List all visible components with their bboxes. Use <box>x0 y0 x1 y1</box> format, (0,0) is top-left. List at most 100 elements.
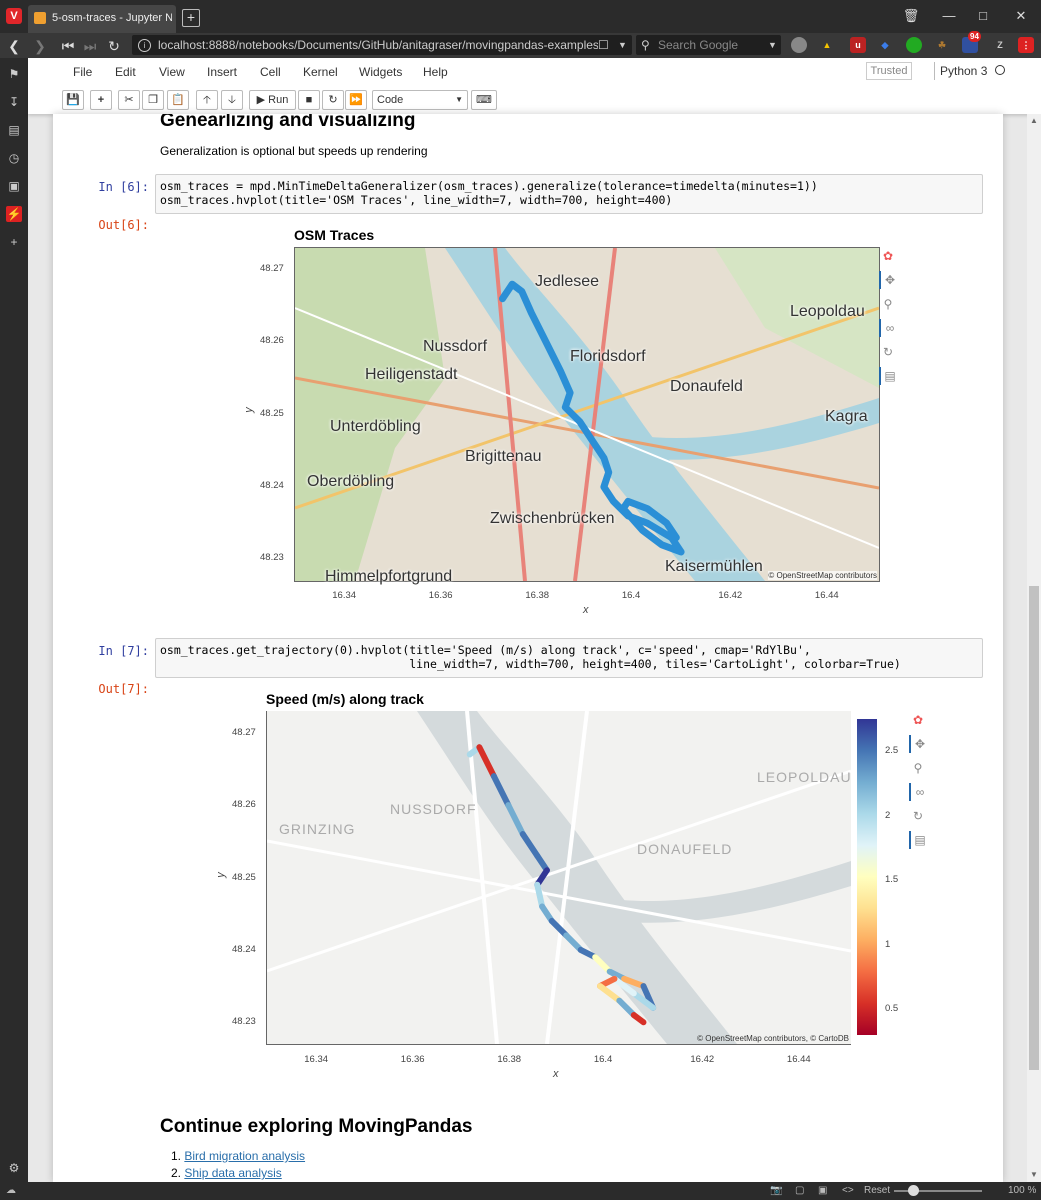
forward-icon[interactable]: ❯ <box>30 36 50 56</box>
hover-tool-icon[interactable]: ▤ <box>879 367 899 385</box>
leaf-extension-icon[interactable]: ☘ <box>934 37 950 53</box>
links-list: 1. Bird migration analysis 2. Ship data … <box>171 1148 305 1182</box>
browser-tab[interactable]: 5-osm-traces - Jupyter Not <box>28 5 176 33</box>
save-icon[interactable]: 💾 <box>62 90 84 110</box>
cut-icon[interactable]: ✂ <box>118 90 140 110</box>
minimize-button[interactable]: — <box>938 6 960 26</box>
scroll-down-icon[interactable]: ▼ <box>1030 1170 1038 1179</box>
zoom-reset-button[interactable]: Reset <box>864 1182 890 1200</box>
window-panel-icon[interactable]: ▣ <box>6 178 22 194</box>
new-tab-button[interactable]: + <box>182 9 200 27</box>
menu-edit[interactable]: Edit <box>115 65 136 79</box>
ship-data-link[interactable]: Ship data analysis <box>184 1166 281 1180</box>
code-line: line_width=7, width=700, height=400, til… <box>160 657 901 671</box>
camera-icon[interactable]: 📷 <box>770 1182 782 1200</box>
mail-extension-icon[interactable]: 94 <box>962 31 981 53</box>
red-extension-icon[interactable]: ⋮ <box>1018 37 1034 53</box>
menu-view[interactable]: View <box>159 65 185 79</box>
x-tick-label: 16.34 <box>304 1054 329 1065</box>
z-extension-icon[interactable]: Z <box>992 37 1008 53</box>
reload-icon[interactable]: ↻ <box>104 36 124 56</box>
bird-migration-link[interactable]: Bird migration analysis <box>184 1149 305 1163</box>
menu-file[interactable]: File <box>73 65 92 79</box>
y-tick-label: 48.23 <box>260 552 284 564</box>
hover-tool-icon[interactable]: ▤ <box>909 831 929 849</box>
jupyter-header: File Edit View Insert Cell Kernel Widget… <box>28 58 1041 114</box>
trusted-indicator[interactable]: Trusted <box>866 62 912 80</box>
y-axis-label: y <box>214 872 227 878</box>
notes-panel-icon[interactable]: ▤ <box>6 122 22 138</box>
green-extension-icon[interactable] <box>906 37 922 53</box>
maximize-button[interactable]: □ <box>972 6 994 26</box>
menu-widgets[interactable]: Widgets <box>359 65 402 79</box>
code-cell[interactable]: osm_traces = mpd.MinTimeDeltaGeneralizer… <box>155 174 983 214</box>
tile-icon[interactable]: ▢ <box>795 1182 804 1200</box>
plot-title: OSM Traces <box>294 227 375 243</box>
reset-icon[interactable]: ↻ <box>909 807 927 825</box>
search-field[interactable]: ⚲ Search Google ▼ <box>636 35 781 55</box>
reset-icon[interactable]: ↻ <box>879 343 897 361</box>
add-panel-icon[interactable]: + <box>6 234 22 250</box>
move-down-icon[interactable]: 🡣 <box>221 90 243 110</box>
pan-tool-icon[interactable]: ✥ <box>909 735 929 753</box>
shield-extension-icon[interactable]: ◆ <box>877 37 893 53</box>
profile-avatar[interactable] <box>791 37 807 53</box>
cell-type-select[interactable]: Code ▼ <box>372 90 468 110</box>
insert-cell-button[interactable]: + <box>90 90 112 110</box>
rewind-icon[interactable]: ⏮ <box>58 36 78 56</box>
scrollbar-thumb[interactable] <box>1029 586 1039 1070</box>
y-tick-label: 48.26 <box>232 799 256 811</box>
run-button[interactable]: ▶ Run <box>249 90 296 110</box>
wheel-zoom-icon[interactable]: ∞ <box>879 319 899 337</box>
downloads-panel-icon[interactable]: ↧ <box>6 94 22 110</box>
osm-map <box>294 247 880 582</box>
bookmark-icon[interactable]: ☐ <box>598 35 609 55</box>
paste-icon[interactable]: 📋 <box>167 90 189 110</box>
kernel-name[interactable]: Python 3 <box>940 64 987 78</box>
menu-kernel[interactable]: Kernel <box>303 65 338 79</box>
browser-status-bar: ☁ 📷 ▢ ▣ <> Reset 100 % <box>0 1182 1041 1200</box>
back-icon[interactable]: ❮ <box>4 36 24 56</box>
close-window-button[interactable]: ✕ <box>1010 6 1032 26</box>
wheel-zoom-icon[interactable]: ∞ <box>909 783 929 801</box>
vivaldi-logo-icon[interactable]: V <box>6 8 22 24</box>
address-bar[interactable]: i localhost:8888/notebooks/Documents/Git… <box>132 35 632 55</box>
code-line: osm_traces.get_trajectory(0).hvplot(titl… <box>160 643 811 657</box>
copy-icon[interactable]: ❐ <box>142 90 164 110</box>
browser-tab-bar: V 5-osm-traces - Jupyter Not + 🗑 — □ ✕ <box>0 0 1041 33</box>
restart-icon[interactable]: ↻ <box>322 90 344 110</box>
colorbar-tick-label: 1 <box>885 938 891 950</box>
command-palette-icon[interactable]: ⌨ <box>471 90 497 110</box>
image-icon[interactable]: ▣ <box>818 1182 827 1200</box>
menu-insert[interactable]: Insert <box>207 65 237 79</box>
pan-tool-icon[interactable]: ✥ <box>879 271 899 289</box>
trash-icon[interactable]: 🗑 <box>900 6 922 26</box>
scroll-up-icon[interactable]: ▲ <box>1030 116 1038 125</box>
menu-help[interactable]: Help <box>423 65 448 79</box>
dropdown-icon[interactable]: ▼ <box>618 35 627 55</box>
bokeh-logo-icon[interactable]: ✿ <box>879 247 897 265</box>
settings-gear-icon[interactable]: ⚙ <box>6 1160 22 1176</box>
zoom-slider-handle[interactable] <box>908 1185 919 1196</box>
stop-icon[interactable]: ■ <box>298 90 320 110</box>
box-zoom-icon[interactable]: ⚲ <box>879 295 897 313</box>
ublock-extension-icon[interactable]: u <box>850 37 866 53</box>
warning-extension-icon[interactable]: ▲ <box>819 37 835 53</box>
code-icon[interactable]: <> <box>842 1182 854 1200</box>
menu-cell[interactable]: Cell <box>260 65 281 79</box>
fast-forward-icon[interactable]: ⏭ <box>80 36 100 56</box>
move-up-icon[interactable]: 🡡 <box>196 90 218 110</box>
code-cell[interactable]: osm_traces.get_trajectory(0).hvplot(titl… <box>155 638 983 678</box>
bokeh-logo-icon[interactable]: ✿ <box>909 711 927 729</box>
bookmarks-panel-icon[interactable]: ⚑ <box>6 66 22 82</box>
search-engine-dropdown-icon[interactable]: ▼ <box>768 35 777 55</box>
cloud-sync-icon[interactable]: ☁ <box>6 1182 16 1200</box>
x-tick-label: 16.4 <box>593 1054 613 1065</box>
web-panel-icon[interactable]: ⚡ <box>6 206 22 222</box>
carto-map-panel[interactable]: LEOPOLDAU NUSSDORF GRINZING DONAUFELD © Ope… <box>266 710 852 1045</box>
osm-map-panel[interactable]: Jedlesee Leopoldau Nussdorf Floridsdorf Heil… <box>294 247 880 585</box>
box-zoom-icon[interactable]: ⚲ <box>909 759 927 777</box>
restart-run-all-icon[interactable]: ⏩ <box>345 90 367 110</box>
url-text: localhost:8888/notebooks/Documents/GitHu… <box>158 38 598 52</box>
history-panel-icon[interactable]: ◷ <box>6 150 22 166</box>
